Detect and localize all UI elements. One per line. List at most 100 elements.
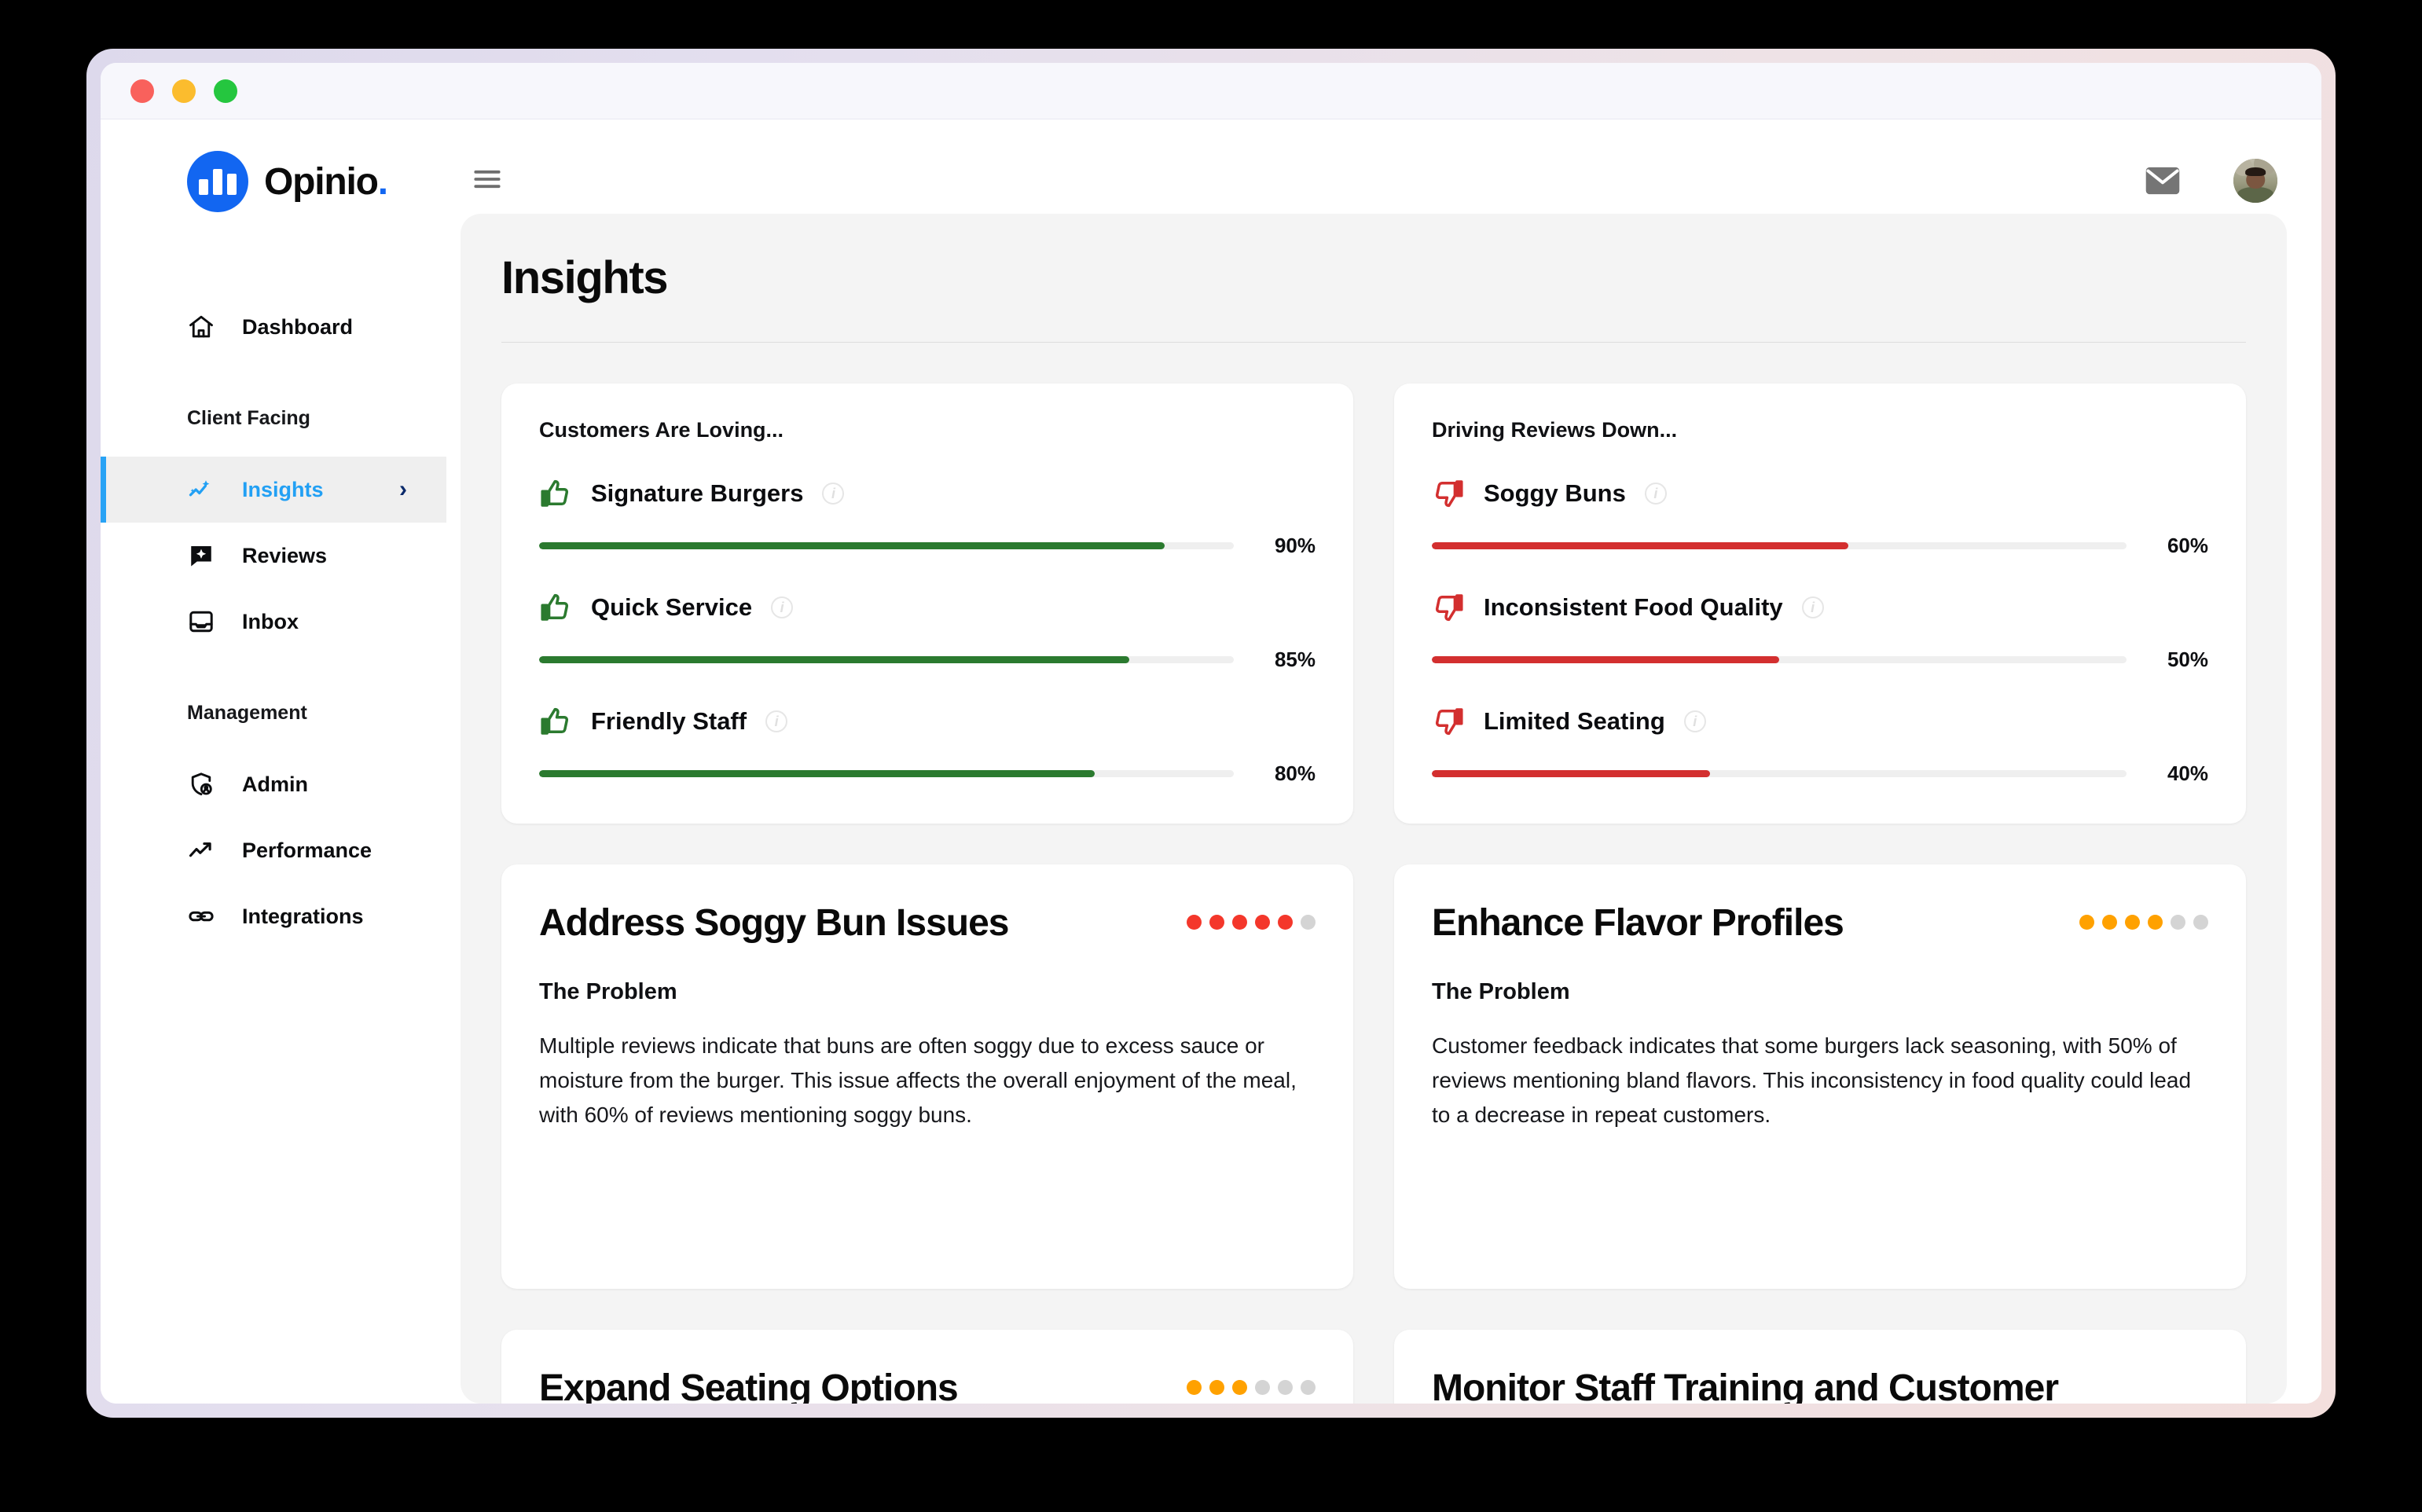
window-content: Opinio. Dashboard Client Facing Insights… xyxy=(101,63,2321,1404)
main-region: Insights Customers Are Loving... Signatu… xyxy=(446,119,2321,1404)
severity-dot xyxy=(1187,1380,1202,1395)
severity-dot xyxy=(2148,915,2163,930)
card-title: Customers Are Loving... xyxy=(539,418,784,442)
recommendation-card[interactable]: Monitor Staff Training and Customer xyxy=(1394,1330,2246,1404)
window-maximize-button[interactable] xyxy=(214,79,237,103)
severity-rating xyxy=(2079,902,2208,930)
sidebar-item-label: Insights xyxy=(242,477,324,501)
app-topbar xyxy=(461,148,2287,214)
metric-label: Limited Seating xyxy=(1484,707,1665,735)
severity-dot xyxy=(1232,915,1247,930)
window-close-button[interactable] xyxy=(130,79,154,103)
brand-name: Opinio. xyxy=(264,160,388,203)
sidebar-section-management: Management xyxy=(187,702,307,724)
metric-row: Soggy Buns i 60% xyxy=(1432,477,2208,558)
severity-rating xyxy=(1187,902,1316,930)
inbox-tray-icon xyxy=(187,607,215,636)
sidebar-item-integrations[interactable]: Integrations xyxy=(101,883,446,949)
window-titlebar xyxy=(101,63,2321,119)
link-icon xyxy=(187,902,215,930)
info-icon[interactable]: i xyxy=(771,596,794,618)
recommendation-card-grid: Address Soggy Bun Issues The Problem Mul… xyxy=(501,864,2246,1289)
content-panel: Insights Customers Are Loving... Signatu… xyxy=(461,214,2287,1404)
severity-dot xyxy=(1209,1380,1224,1395)
recommendation-title: Expand Seating Options xyxy=(539,1367,959,1404)
thumbs-down-icon xyxy=(1432,591,1465,624)
metric-label: Quick Service xyxy=(591,593,753,621)
brand-logo[interactable]: Opinio. xyxy=(101,151,446,212)
review-chat-sparkle-icon xyxy=(187,541,215,570)
severity-dot xyxy=(1209,915,1224,930)
metric-percent: 80% xyxy=(1274,762,1316,785)
sidebar-item-label: Integrations xyxy=(242,904,364,928)
recommendation-card[interactable]: Enhance Flavor Profiles The Problem Cust… xyxy=(1394,864,2246,1289)
shield-user-icon xyxy=(187,770,215,798)
sidebar-item-dashboard[interactable]: Dashboard xyxy=(101,294,446,360)
sidebar-item-reviews[interactable]: Reviews xyxy=(101,523,446,589)
card-customers-are-loving: Customers Are Loving... Signature Burger… xyxy=(501,384,1353,824)
page-title: Insights xyxy=(501,252,669,303)
thumbs-down-icon xyxy=(1432,705,1465,738)
sidebar-item-inbox[interactable]: Inbox xyxy=(101,589,446,655)
progress-track xyxy=(1432,656,2127,663)
trending-up-icon xyxy=(187,836,215,864)
severity-dot xyxy=(1278,915,1293,930)
severity-dot xyxy=(1255,1380,1270,1395)
recommendation-card[interactable]: Expand Seating Options xyxy=(501,1330,1353,1404)
progress-fill xyxy=(1432,770,1710,777)
severity-dot xyxy=(1255,915,1270,930)
sidebar-item-label: Inbox xyxy=(242,609,299,633)
sidebar: Opinio. Dashboard Client Facing Insights… xyxy=(101,119,446,1404)
sidebar-item-label: Dashboard xyxy=(242,314,354,339)
progress-track xyxy=(539,656,1234,663)
progress-fill xyxy=(539,656,1130,663)
sidebar-item-performance[interactable]: Performance xyxy=(101,817,446,883)
card-driving-reviews-down: Driving Reviews Down... Soggy Buns i 60%… xyxy=(1394,384,2246,824)
severity-dot xyxy=(1278,1380,1293,1395)
home-icon xyxy=(187,313,215,341)
problem-text: Multiple reviews indicate that buns are … xyxy=(539,1033,1297,1128)
sentiment-card-grid: Customers Are Loving... Signature Burger… xyxy=(501,384,2246,824)
recommendation-card[interactable]: Address Soggy Bun Issues The Problem Mul… xyxy=(501,864,1353,1289)
info-icon[interactable]: i xyxy=(1683,710,1706,732)
progress-fill xyxy=(1432,656,1779,663)
sidebar-item-label: Performance xyxy=(242,838,372,862)
severity-dot xyxy=(2079,915,2094,930)
sidebar-item-admin[interactable]: Admin xyxy=(101,751,446,817)
info-icon[interactable]: i xyxy=(1801,596,1824,618)
recommendation-title: Enhance Flavor Profiles xyxy=(1432,902,1844,944)
progress-fill xyxy=(1432,542,1849,549)
problem-heading: The Problem xyxy=(1432,978,1570,1004)
metric-label: Friendly Staff xyxy=(591,707,747,735)
problem-heading: The Problem xyxy=(539,978,677,1004)
recommendation-card-grid-partial: Expand Seating Options Monitor Staff Tra… xyxy=(501,1330,2246,1404)
window-minimize-button[interactable] xyxy=(172,79,196,103)
progress-track xyxy=(1432,542,2127,549)
metric-label: Signature Burgers xyxy=(591,479,804,507)
bar-chart-logo-icon xyxy=(187,151,248,212)
metric-label: Inconsistent Food Quality xyxy=(1484,593,1783,621)
mail-icon[interactable] xyxy=(2144,166,2182,196)
user-avatar[interactable] xyxy=(2233,159,2277,203)
app-body: Opinio. Dashboard Client Facing Insights… xyxy=(101,119,2321,1404)
chevron-right-icon: › xyxy=(399,476,407,502)
severity-dot xyxy=(1187,915,1202,930)
thumbs-up-icon xyxy=(539,591,572,624)
metric-row: Quick Service i 85% xyxy=(539,591,1316,672)
metric-percent: 60% xyxy=(2167,534,2208,557)
progress-track xyxy=(539,770,1234,777)
info-icon[interactable]: i xyxy=(765,710,788,732)
severity-dot xyxy=(1301,1380,1316,1395)
metric-percent: 40% xyxy=(2167,762,2208,785)
info-icon[interactable]: i xyxy=(822,483,845,505)
sidebar-item-insights[interactable]: Insights › xyxy=(101,457,446,523)
info-icon[interactable]: i xyxy=(1644,483,1667,505)
hamburger-menu-icon[interactable] xyxy=(470,162,505,200)
title-divider xyxy=(501,342,2246,343)
severity-dot xyxy=(2171,915,2185,930)
recommendation-title: Monitor Staff Training and Customer xyxy=(1432,1367,2059,1404)
severity-rating xyxy=(1187,1367,1316,1395)
metric-row: Inconsistent Food Quality i 50% xyxy=(1432,591,2208,672)
metric-row: Signature Burgers i 90% xyxy=(539,477,1316,558)
severity-dot xyxy=(2125,915,2140,930)
